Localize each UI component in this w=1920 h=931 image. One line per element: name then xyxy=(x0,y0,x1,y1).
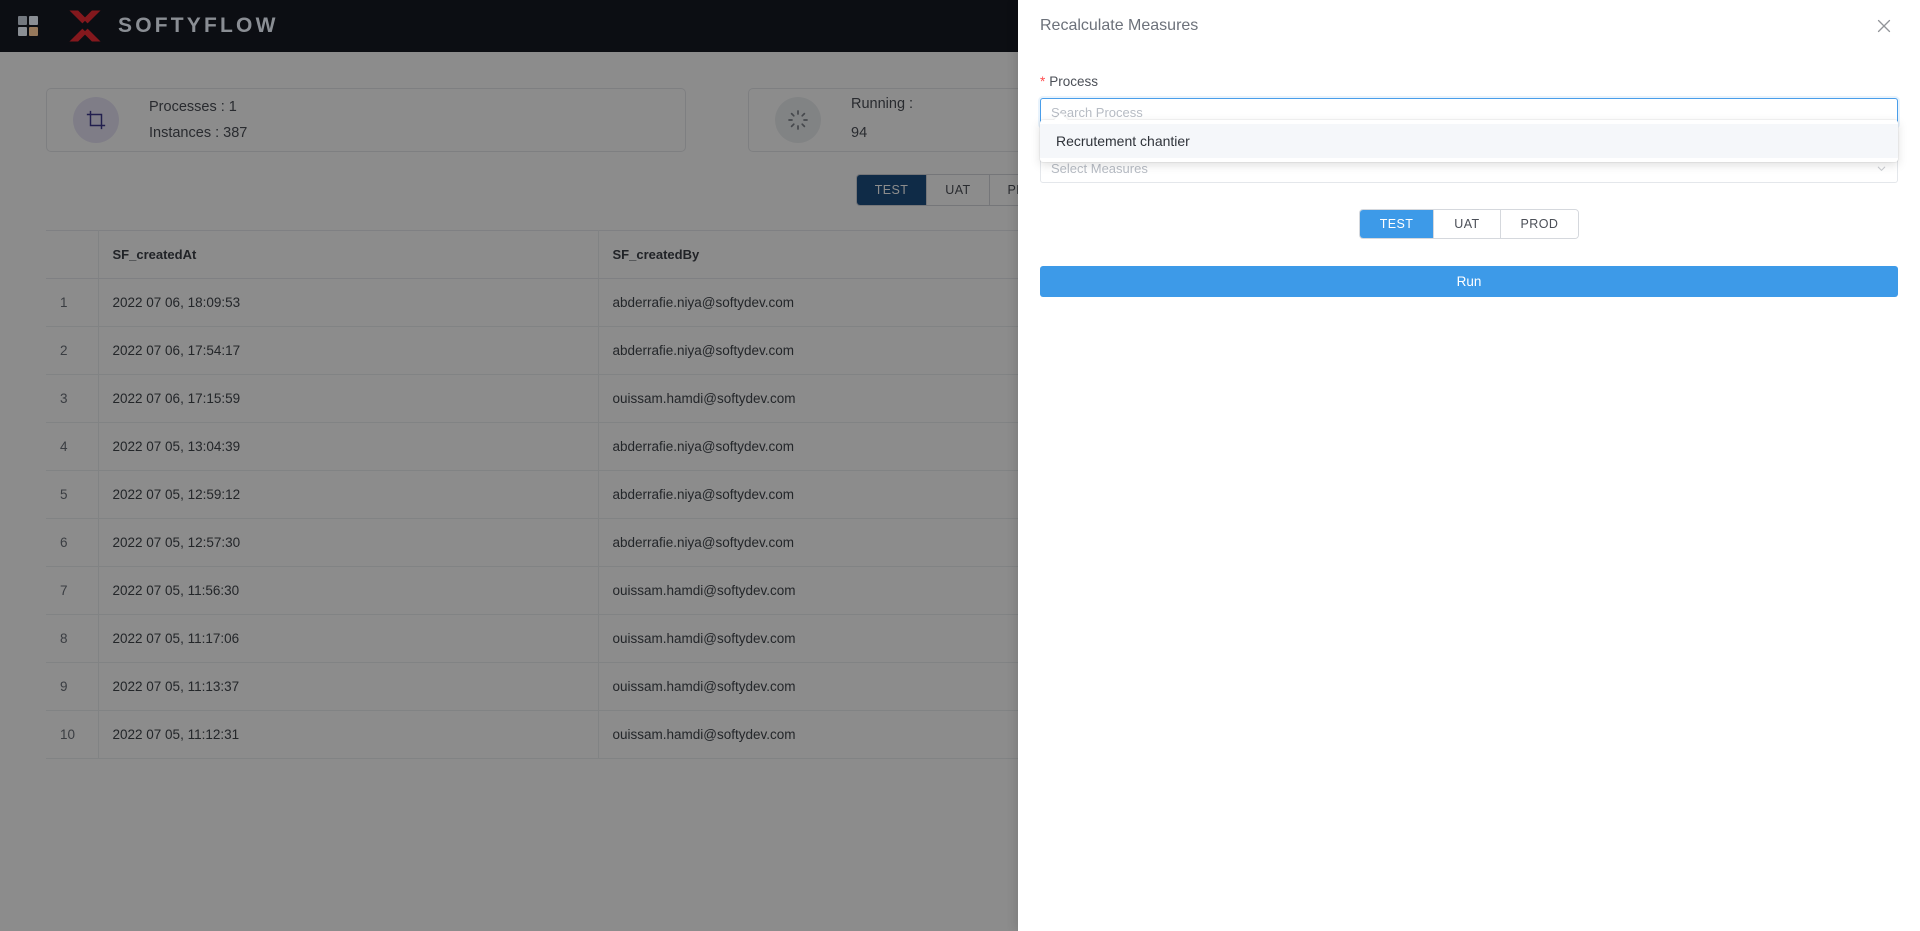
select-measures-placeholder: Select Measures xyxy=(1051,161,1148,176)
app-root: SOFTYFLOW Processes : 1 Instances: 387 … xyxy=(0,0,1920,931)
drawer-title: Recalculate Measures xyxy=(1040,17,1199,34)
process-label-text: Process xyxy=(1049,74,1099,89)
overlay-mask[interactable] xyxy=(0,52,1018,931)
drawer-body: *Process Recrutement chantier Select Mea… xyxy=(1018,52,1920,297)
recalculate-measures-drawer: Recalculate Measures *Process Recrutemen… xyxy=(1018,0,1920,931)
drawer-tab-uat[interactable]: UAT xyxy=(1434,210,1501,238)
drawer-header: Recalculate Measures xyxy=(1018,0,1920,52)
process-dropdown-menu: Recrutement chantier xyxy=(1040,112,1898,162)
close-icon[interactable] xyxy=(1873,15,1895,37)
drawer-environment-segmented-control: TEST UAT PROD xyxy=(1358,209,1580,239)
chevron-down-icon xyxy=(1877,166,1886,171)
drawer-tab-test[interactable]: TEST xyxy=(1359,210,1435,238)
overlay-mask-top[interactable] xyxy=(0,0,1018,52)
dropdown-option-recrutement-chantier[interactable]: Recrutement chantier xyxy=(1040,124,1898,158)
run-button[interactable]: Run xyxy=(1040,266,1898,297)
drawer-tab-prod[interactable]: PROD xyxy=(1500,210,1579,238)
process-field-label: * Process xyxy=(1040,74,1898,89)
drawer-environment-tabs: TEST UAT PROD xyxy=(1040,209,1898,239)
required-asterisk: * xyxy=(1040,74,1046,89)
